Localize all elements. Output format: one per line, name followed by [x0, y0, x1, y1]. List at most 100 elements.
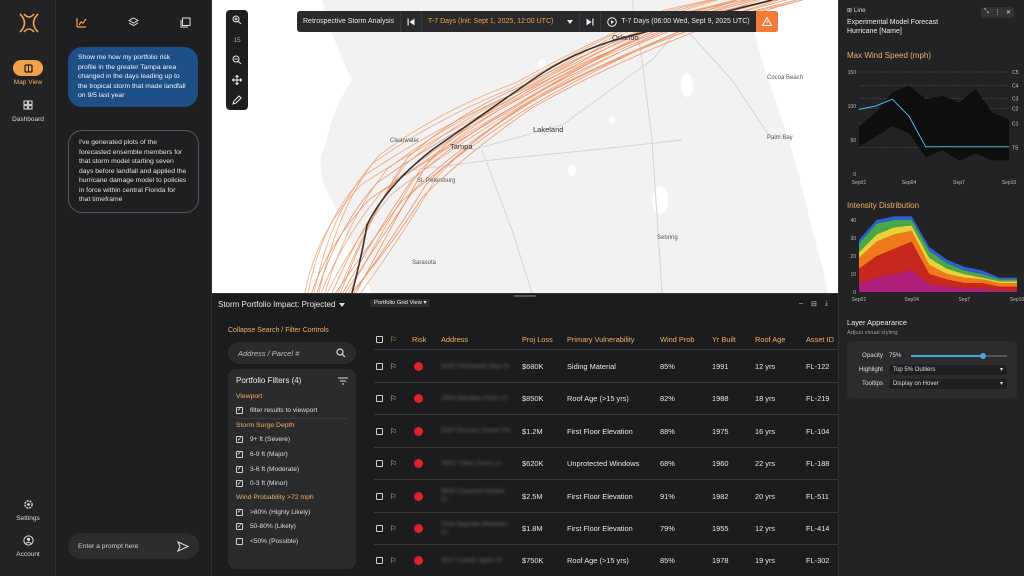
- forecast-selector[interactable]: T-7 Days (Init: Sept 1, 2025, 12:00 UTC): [422, 11, 581, 32]
- zoom-in-button[interactable]: [226, 10, 248, 30]
- nav-dashboard[interactable]: Dashboard: [0, 97, 56, 123]
- select-all-checkbox[interactable]: [376, 330, 383, 349]
- risk-dot-icon: [414, 459, 423, 469]
- checkbox-icon[interactable]: ✓: [236, 406, 243, 414]
- nav-map-view[interactable]: Map View: [0, 60, 56, 86]
- col-asset-id[interactable]: Asset ID: [806, 330, 834, 349]
- map-view[interactable]: Orlando Tampa Lakeland Clearwater St. Pe…: [212, 0, 838, 293]
- cell-roof-age-text: 19 yrs: [755, 556, 776, 566]
- filter-option[interactable]: ✓ 0-3 ft (Minor): [236, 476, 348, 491]
- col-proj-loss[interactable]: Proj Loss: [522, 330, 553, 349]
- address-search-input[interactable]: Address / Parcel #: [228, 342, 356, 364]
- filter-icon[interactable]: [338, 377, 348, 385]
- playback-control[interactable]: T-7 Days (06:00 Wed, Sept 9, 2025 UTC): [601, 11, 755, 32]
- row-checkbox[interactable]: [376, 416, 383, 447]
- x-tick-label: Sep7: [958, 297, 970, 303]
- row-checkbox[interactable]: [376, 448, 383, 479]
- col-address[interactable]: Address: [441, 330, 468, 349]
- row-flag[interactable]: ⚐: [390, 351, 397, 382]
- analysis-mode[interactable]: Retrospective Storm Analysis: [297, 11, 402, 32]
- table-row[interactable]: ⚐ 9260 Parkhaven Bay Dr $680K Siding Materi…: [374, 351, 838, 383]
- collapse-filters-link[interactable]: Collapse Search / Filter Controls: [228, 327, 329, 334]
- skip-back-button[interactable]: [401, 11, 423, 32]
- table-row[interactable]: ⚐ 8820 Crescent Harbor Dr $2.5M First Floor…: [374, 481, 838, 513]
- draw-button[interactable]: [226, 90, 248, 110]
- nav-account[interactable]: Account: [0, 532, 56, 558]
- tooltips-select[interactable]: Display on Hover ▾: [889, 378, 1007, 389]
- category-label: C3: [1012, 97, 1019, 103]
- download-icon[interactable]: ⤓: [825, 300, 828, 308]
- row-checkbox[interactable]: [376, 481, 383, 512]
- filter-option[interactable]: ✓ filter results to viewport: [236, 404, 348, 419]
- row-flag[interactable]: ⚐: [390, 481, 397, 512]
- row-checkbox[interactable]: [376, 545, 383, 576]
- table-row[interactable]: ⚐ 9027 Cobalt Apple St $750K Roof Age (>15 …: [374, 545, 838, 576]
- filter-option[interactable]: ✓ 6-9 ft (Major): [236, 447, 348, 462]
- col-roof-age[interactable]: Roof Age: [755, 330, 785, 349]
- checkbox-icon[interactable]: ✓: [236, 480, 243, 488]
- chat-tab-gallery[interactable]: [175, 14, 195, 30]
- row-flag[interactable]: ⚐: [390, 416, 397, 447]
- table-row[interactable]: ⚐ 7032 Bayside Phantom Ct $1.8M First Floor…: [374, 513, 838, 545]
- send-icon[interactable]: [177, 540, 189, 552]
- zoom-out-button[interactable]: [226, 50, 248, 70]
- highlight-select[interactable]: Top 5% Outliers ▾: [889, 364, 1007, 375]
- search-icon[interactable]: [336, 348, 346, 358]
- filter-option[interactable]: ✓ 9+ ft (Severe): [236, 433, 348, 448]
- portfolio-title-text: Storm Portfolio Impact: Projected: [218, 300, 336, 309]
- row-checkbox[interactable]: [376, 351, 383, 382]
- portfolio-title[interactable]: Storm Portfolio Impact: Projected: [218, 300, 346, 309]
- row-checkbox[interactable]: [376, 383, 383, 414]
- checkbox-icon[interactable]: ✓: [236, 508, 243, 516]
- checkbox-icon[interactable]: ✓: [236, 523, 243, 531]
- city-orlando: Orlando: [612, 33, 639, 42]
- y-tick-label: 10: [850, 272, 856, 278]
- warning-button[interactable]: [755, 11, 778, 32]
- risk-indicator: [414, 448, 423, 479]
- expand-icon[interactable]: ⊟: [811, 300, 817, 308]
- nav-settings[interactable]: Settings: [0, 496, 56, 522]
- y-tick-label: 20: [850, 254, 856, 260]
- col-yr-built[interactable]: Yr Built: [712, 330, 736, 349]
- resize-handle[interactable]: [514, 295, 536, 297]
- skip-forward-button[interactable]: [580, 11, 602, 32]
- checkbox-icon[interactable]: [236, 537, 243, 545]
- row-flag[interactable]: ⚐: [390, 448, 397, 479]
- ensemble-track: [353, 0, 798, 293]
- col-vulnerability[interactable]: Primary Vulnerability: [567, 330, 635, 349]
- view-selector[interactable]: Portfolio Grid View ▾: [370, 299, 431, 307]
- filter-option[interactable]: ✓ >80% (Highly Likely): [236, 505, 348, 520]
- checkbox-icon[interactable]: ✓: [236, 450, 243, 458]
- row-flag[interactable]: ⚐: [390, 545, 397, 576]
- row-checkbox[interactable]: [376, 513, 383, 544]
- close-icon[interactable]: ✕: [1003, 7, 1014, 18]
- slider-knob[interactable]: [980, 352, 986, 359]
- filter-option[interactable]: ✓ 3-6 ft (Moderate): [236, 462, 348, 477]
- filter-option[interactable]: ✓ 50-80% (Likely): [236, 520, 348, 535]
- more-icon[interactable]: ⋮: [992, 7, 1003, 18]
- chat-tab-analysis[interactable]: [71, 14, 91, 30]
- pan-button[interactable]: [226, 70, 248, 90]
- checkbox-icon[interactable]: ✓: [236, 465, 243, 473]
- table-row[interactable]: ⚐ 5187 Estuary Ocean Rd $1.2M First Floor E…: [374, 416, 838, 448]
- map-canvas[interactable]: [212, 0, 838, 293]
- table-row[interactable]: ⚐ 3993 Tribes Echo Ln $620K Unprotected Win…: [374, 448, 838, 481]
- cell-vulnerability: First Floor Elevation: [567, 416, 655, 447]
- risk-indicator: [414, 481, 423, 512]
- row-flag[interactable]: ⚐: [390, 383, 397, 414]
- col-wind-prob[interactable]: Wind Prob: [660, 330, 695, 349]
- prompt-input[interactable]: Enter a prompt here: [68, 533, 199, 559]
- cell-yr-built-text: 1988: [712, 394, 729, 404]
- cell-vulnerability-text: Roof Age (>15 yrs): [567, 394, 629, 404]
- table-row[interactable]: ⚐ 1904 Meridian Point Ct $850K Roof Age (>1…: [374, 383, 838, 416]
- checkbox-icon[interactable]: ✓: [236, 436, 243, 444]
- col-risk[interactable]: Risk: [412, 330, 426, 349]
- filter-option[interactable]: <50% (Possible): [236, 534, 348, 549]
- collapse-icon[interactable]: ⤡: [981, 7, 992, 18]
- cell-asset-id: FL-122: [806, 351, 829, 382]
- row-flag[interactable]: ⚐: [390, 513, 397, 544]
- chat-tab-layers[interactable]: [123, 14, 143, 30]
- flag-icon[interactable]: ⚐: [390, 330, 397, 349]
- minimize-icon[interactable]: –: [799, 300, 803, 308]
- opacity-slider[interactable]: [911, 351, 1007, 361]
